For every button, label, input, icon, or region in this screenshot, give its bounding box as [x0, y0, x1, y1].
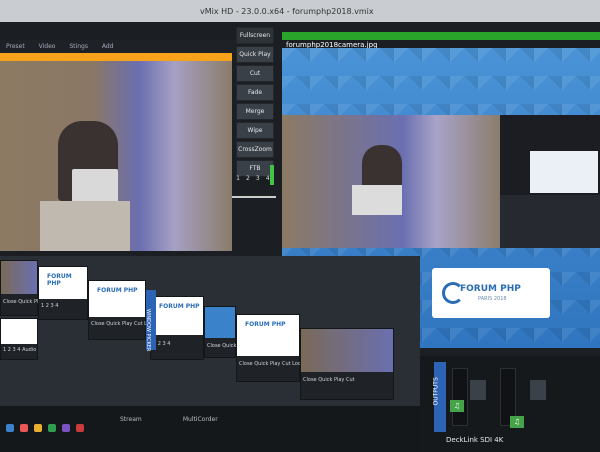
- t-bar-slider[interactable]: [232, 196, 276, 204]
- input-thumbnail: FORUM PHP: [237, 315, 299, 356]
- input-controls[interactable]: Close Quick Play Cut Loop: [239, 361, 304, 367]
- transition-level-bar: [270, 165, 274, 185]
- inset-laptop: [352, 185, 402, 215]
- transition-number-2[interactable]: 2: [244, 175, 252, 182]
- input-controls[interactable]: 1 2 3 4: [41, 303, 59, 309]
- input-thumbnail: [1, 261, 37, 295]
- input-logo-mini: FORUM PHP: [97, 287, 138, 294]
- fade-button[interactable]: Fade: [236, 84, 274, 101]
- input-tile[interactable]: Close Quick Play Cut: [204, 306, 259, 358]
- menu-item-add[interactable]: Add: [96, 40, 120, 50]
- input-thumbnail: [1, 319, 37, 344]
- vertical-panel-label: WINDOW PICKER: [145, 290, 156, 352]
- input-thumbnail: [301, 329, 393, 373]
- logo-name: FORUM PHP: [460, 284, 521, 294]
- input-logo-mini: FORUM PHP: [159, 303, 200, 310]
- input-logo-mini: FORUM PHP: [47, 273, 72, 287]
- input-thumbnail: [205, 307, 235, 338]
- input-tile[interactable]: FORUM PHP 1 2 3 4: [150, 296, 204, 360]
- volume-fader[interactable]: [470, 380, 486, 400]
- output-camera-inset: [282, 115, 502, 248]
- speaker-icon[interactable]: ♫: [450, 400, 464, 412]
- input-tile[interactable]: FORUM PHP Close Quick Play Cut Loop: [236, 314, 304, 382]
- multicorder-button[interactable]: MultiCorder: [183, 416, 218, 423]
- decklink-device: DeckLink SDI 4K: [446, 436, 504, 444]
- transition-number-3[interactable]: 3: [254, 175, 262, 182]
- vertical-label-text: WINDOW PICKER: [145, 309, 151, 352]
- room-screen: [530, 151, 598, 193]
- fullscreen-button[interactable]: Fullscreen: [236, 27, 274, 44]
- menu-bar: Preset Video Stings Add: [0, 40, 236, 53]
- input-controls[interactable]: 1 2 3 4 Audio: [3, 347, 36, 353]
- podium-shape: [40, 201, 130, 251]
- input-thumbnail: FORUM PHP: [39, 267, 87, 300]
- output-indicator: [282, 32, 600, 40]
- transition-number-1[interactable]: 1: [234, 175, 242, 182]
- menu-item-preset[interactable]: Preset: [0, 40, 31, 50]
- transition-number-row: 1 2 3 4: [234, 175, 272, 182]
- vmix-app: vMix HD - 23.0.0.x64 - forumphp2018.vmix…: [0, 0, 600, 452]
- input-tile[interactable]: Close Quick Play Cut: [300, 328, 394, 400]
- input-controls[interactable]: Close Quick Play Cut: [303, 377, 355, 383]
- logo-subtitle: PARIS 2018: [478, 296, 507, 302]
- output-room-inset: [500, 115, 600, 248]
- menu-item-video[interactable]: Video: [33, 40, 62, 50]
- merge-button[interactable]: Merge: [236, 103, 274, 120]
- input-tile[interactable]: Close Quick Play Cut: [0, 260, 55, 316]
- room-audience: [500, 195, 600, 248]
- inputs-panel: Close Quick Play Cut FORUM PHP 1 2 3 4 F…: [0, 256, 420, 406]
- input-thumbnail: FORUM PHP: [89, 281, 145, 317]
- app-icon[interactable]: [48, 424, 56, 432]
- outputs-label: OUTPUTS: [432, 362, 446, 432]
- laptop-shape: [72, 169, 118, 203]
- app-icon[interactable]: [62, 424, 70, 432]
- forum-php-logo: FORUM PHP PARIS 2018: [432, 268, 550, 318]
- cut-button[interactable]: Cut: [236, 65, 274, 82]
- transition-panel: Fullscreen Quick Play Cut Fade Merge Wip…: [236, 25, 276, 225]
- input-tile[interactable]: FORUM PHP Close Quick Play Cut Loop: [88, 280, 156, 340]
- quick-play-button[interactable]: Quick Play: [236, 46, 274, 63]
- speaker-icon[interactable]: ♫: [510, 416, 524, 428]
- input-logo-mini: FORUM PHP: [245, 321, 286, 328]
- title-bar: vMix HD - 23.0.0.x64 - forumphp2018.vmix: [0, 0, 600, 22]
- input-tile[interactable]: FORUM PHP 1 2 3 4: [38, 266, 88, 320]
- preview-indicator: [0, 53, 232, 61]
- folder-icon[interactable]: [34, 424, 42, 432]
- crosszoom-button[interactable]: CrossZoom: [236, 141, 274, 158]
- app-icon[interactable]: [76, 424, 84, 432]
- stream-button[interactable]: Stream: [120, 416, 142, 423]
- input-tile[interactable]: 1 2 3 4 Audio: [0, 318, 38, 360]
- window-title: vMix HD - 23.0.0.x64 - forumphp2018.vmix: [200, 7, 374, 16]
- preview-monitor[interactable]: [0, 61, 232, 251]
- outputs-label-text: OUTPUTS: [432, 377, 440, 406]
- volume-fader[interactable]: [530, 380, 546, 400]
- chrome-icon[interactable]: [20, 424, 28, 432]
- windows-icon[interactable]: [6, 424, 14, 432]
- audio-meter: [452, 368, 468, 426]
- wipe-button[interactable]: Wipe: [236, 122, 274, 139]
- menu-item-stings[interactable]: Stings: [63, 40, 94, 50]
- input-thumbnail: FORUM PHP: [151, 297, 203, 336]
